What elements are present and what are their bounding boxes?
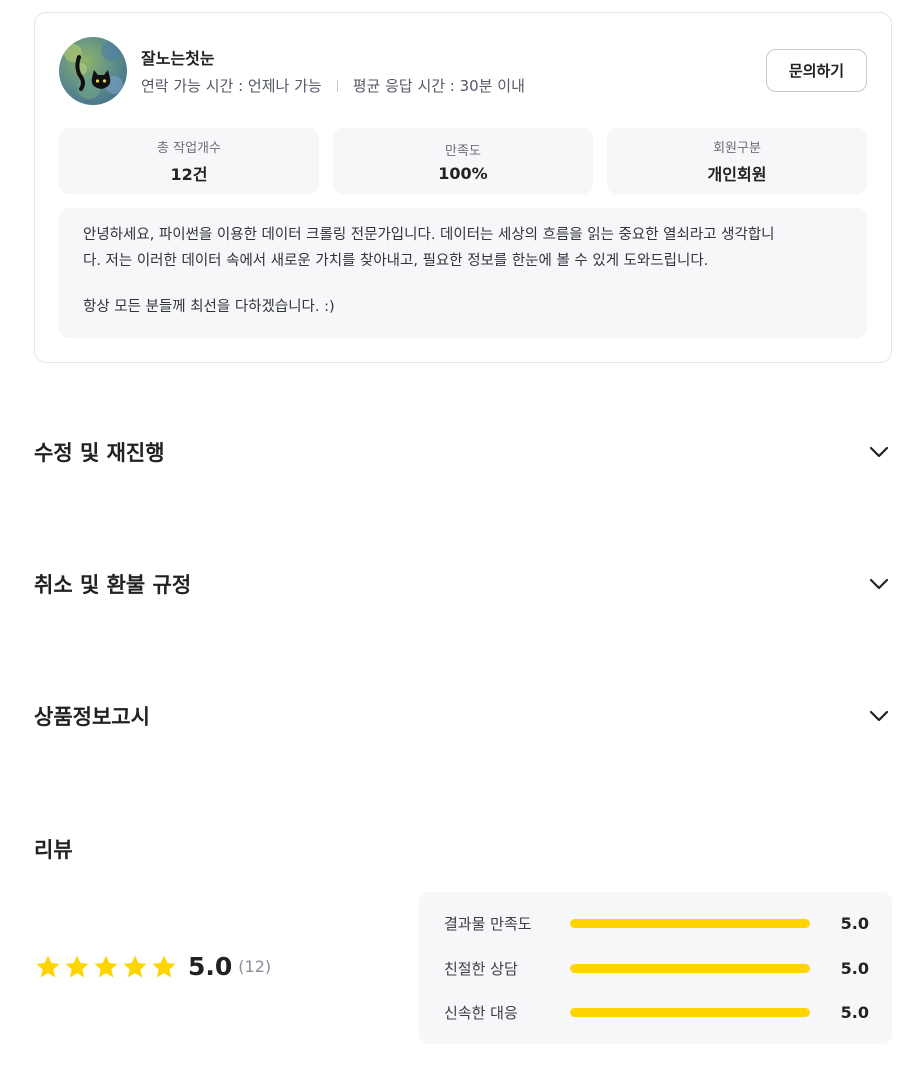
cat-avatar-image [59, 37, 127, 105]
accordion-title: 취소 및 환불 규정 [34, 573, 192, 597]
breakdown-score: 5.0 [840, 958, 869, 978]
seller-name[interactable]: 잘노는첫눈 [141, 45, 215, 69]
review-count: (12) [238, 957, 272, 976]
stat-value: 100% [438, 163, 488, 183]
page: 잘노는첫눈 연락 가능 시간 : 언제나 가능 평균 응답 시간 : 30분 이… [0, 0, 903, 1070]
chevron-down-icon[interactable] [867, 704, 891, 728]
chevron-down-icon[interactable] [867, 440, 891, 464]
stat-label: 만족도 [445, 143, 481, 159]
star-icon [152, 955, 176, 977]
contact-time: 연락 가능 시간 : 언제나 가능 [141, 77, 322, 95]
inquiry-button[interactable]: 문의하기 [766, 49, 867, 92]
intro-paragraph: 안녕하세요, 파이썬을 이용한 데이터 크롤링 전문가입니다. 데이터는 세상의… [83, 227, 775, 269]
breakdown-score: 5.0 [840, 913, 869, 933]
seller-meta: 연락 가능 시간 : 언제나 가능 평균 응답 시간 : 30분 이내 [141, 75, 525, 96]
avg-response-time: 평균 응답 시간 : 30분 이내 [352, 77, 525, 95]
breakdown-row: 신속한 대응 5.0 [444, 1000, 869, 1024]
accordion-product-info[interactable]: 상품정보고시 [34, 696, 891, 736]
star-icon [94, 955, 118, 977]
seller-avatar[interactable] [59, 37, 127, 105]
intro-paragraph: 항상 모든 분들께 최선을 다하겠습니다. :) [83, 299, 335, 315]
seller-introduction: 안녕하세요, 파이썬을 이용한 데이터 크롤링 전문가입니다. 데이터는 세상의… [59, 208, 867, 338]
star-icon [123, 955, 147, 977]
meta-divider [336, 79, 338, 92]
breakdown-score: 5.0 [840, 1002, 869, 1022]
breakdown-bar-fill [570, 963, 810, 973]
breakdown-label: 결과물 만족도 [444, 914, 532, 933]
breakdown-bar-fill [570, 918, 810, 928]
breakdown-bar-fill [570, 1007, 810, 1017]
seller-card: 잘노는첫눈 연락 가능 시간 : 언제나 가능 평균 응답 시간 : 30분 이… [34, 12, 892, 363]
accordion-refund-policy[interactable]: 취소 및 환불 규정 [34, 564, 891, 604]
star-rating [34, 953, 178, 981]
breakdown-row: 친절한 상담 5.0 [444, 956, 869, 980]
rating-breakdown: 결과물 만족도 5.0 친절한 상담 5.0 신속한 대응 5.0 [419, 892, 892, 1044]
breakdown-label: 신속한 대응 [444, 1003, 518, 1022]
star-icon [36, 955, 60, 977]
accordion-title: 수정 및 재진행 [34, 441, 165, 465]
rating-summary: 5.0 (12) [34, 952, 271, 981]
chevron-down-icon[interactable] [867, 572, 891, 596]
stat-member-type: 회원구분 개인회원 [607, 128, 867, 194]
reviews-title: 리뷰 [34, 838, 73, 862]
stat-label: 총 작업개수 [157, 141, 221, 156]
breakdown-bar [570, 1007, 810, 1017]
breakdown-bar [570, 963, 810, 973]
stat-value: 12건 [170, 165, 208, 184]
stat-total-jobs: 총 작업개수 12건 [59, 128, 319, 194]
stat-satisfaction: 만족도 100% [333, 128, 593, 194]
rating-value: 5.0 [188, 952, 233, 981]
accordion-revision[interactable]: 수정 및 재진행 [34, 432, 891, 472]
star-icon [65, 955, 89, 977]
breakdown-label: 친절한 상담 [444, 959, 518, 978]
stat-value: 개인회원 [707, 165, 767, 184]
breakdown-row: 결과물 만족도 5.0 [444, 911, 869, 935]
breakdown-bar [570, 918, 810, 928]
seller-stats: 총 작업개수 12건 만족도 100% 회원구분 개인회원 [59, 128, 867, 194]
accordion-title: 상품정보고시 [34, 705, 150, 729]
stat-label: 회원구분 [713, 141, 761, 156]
